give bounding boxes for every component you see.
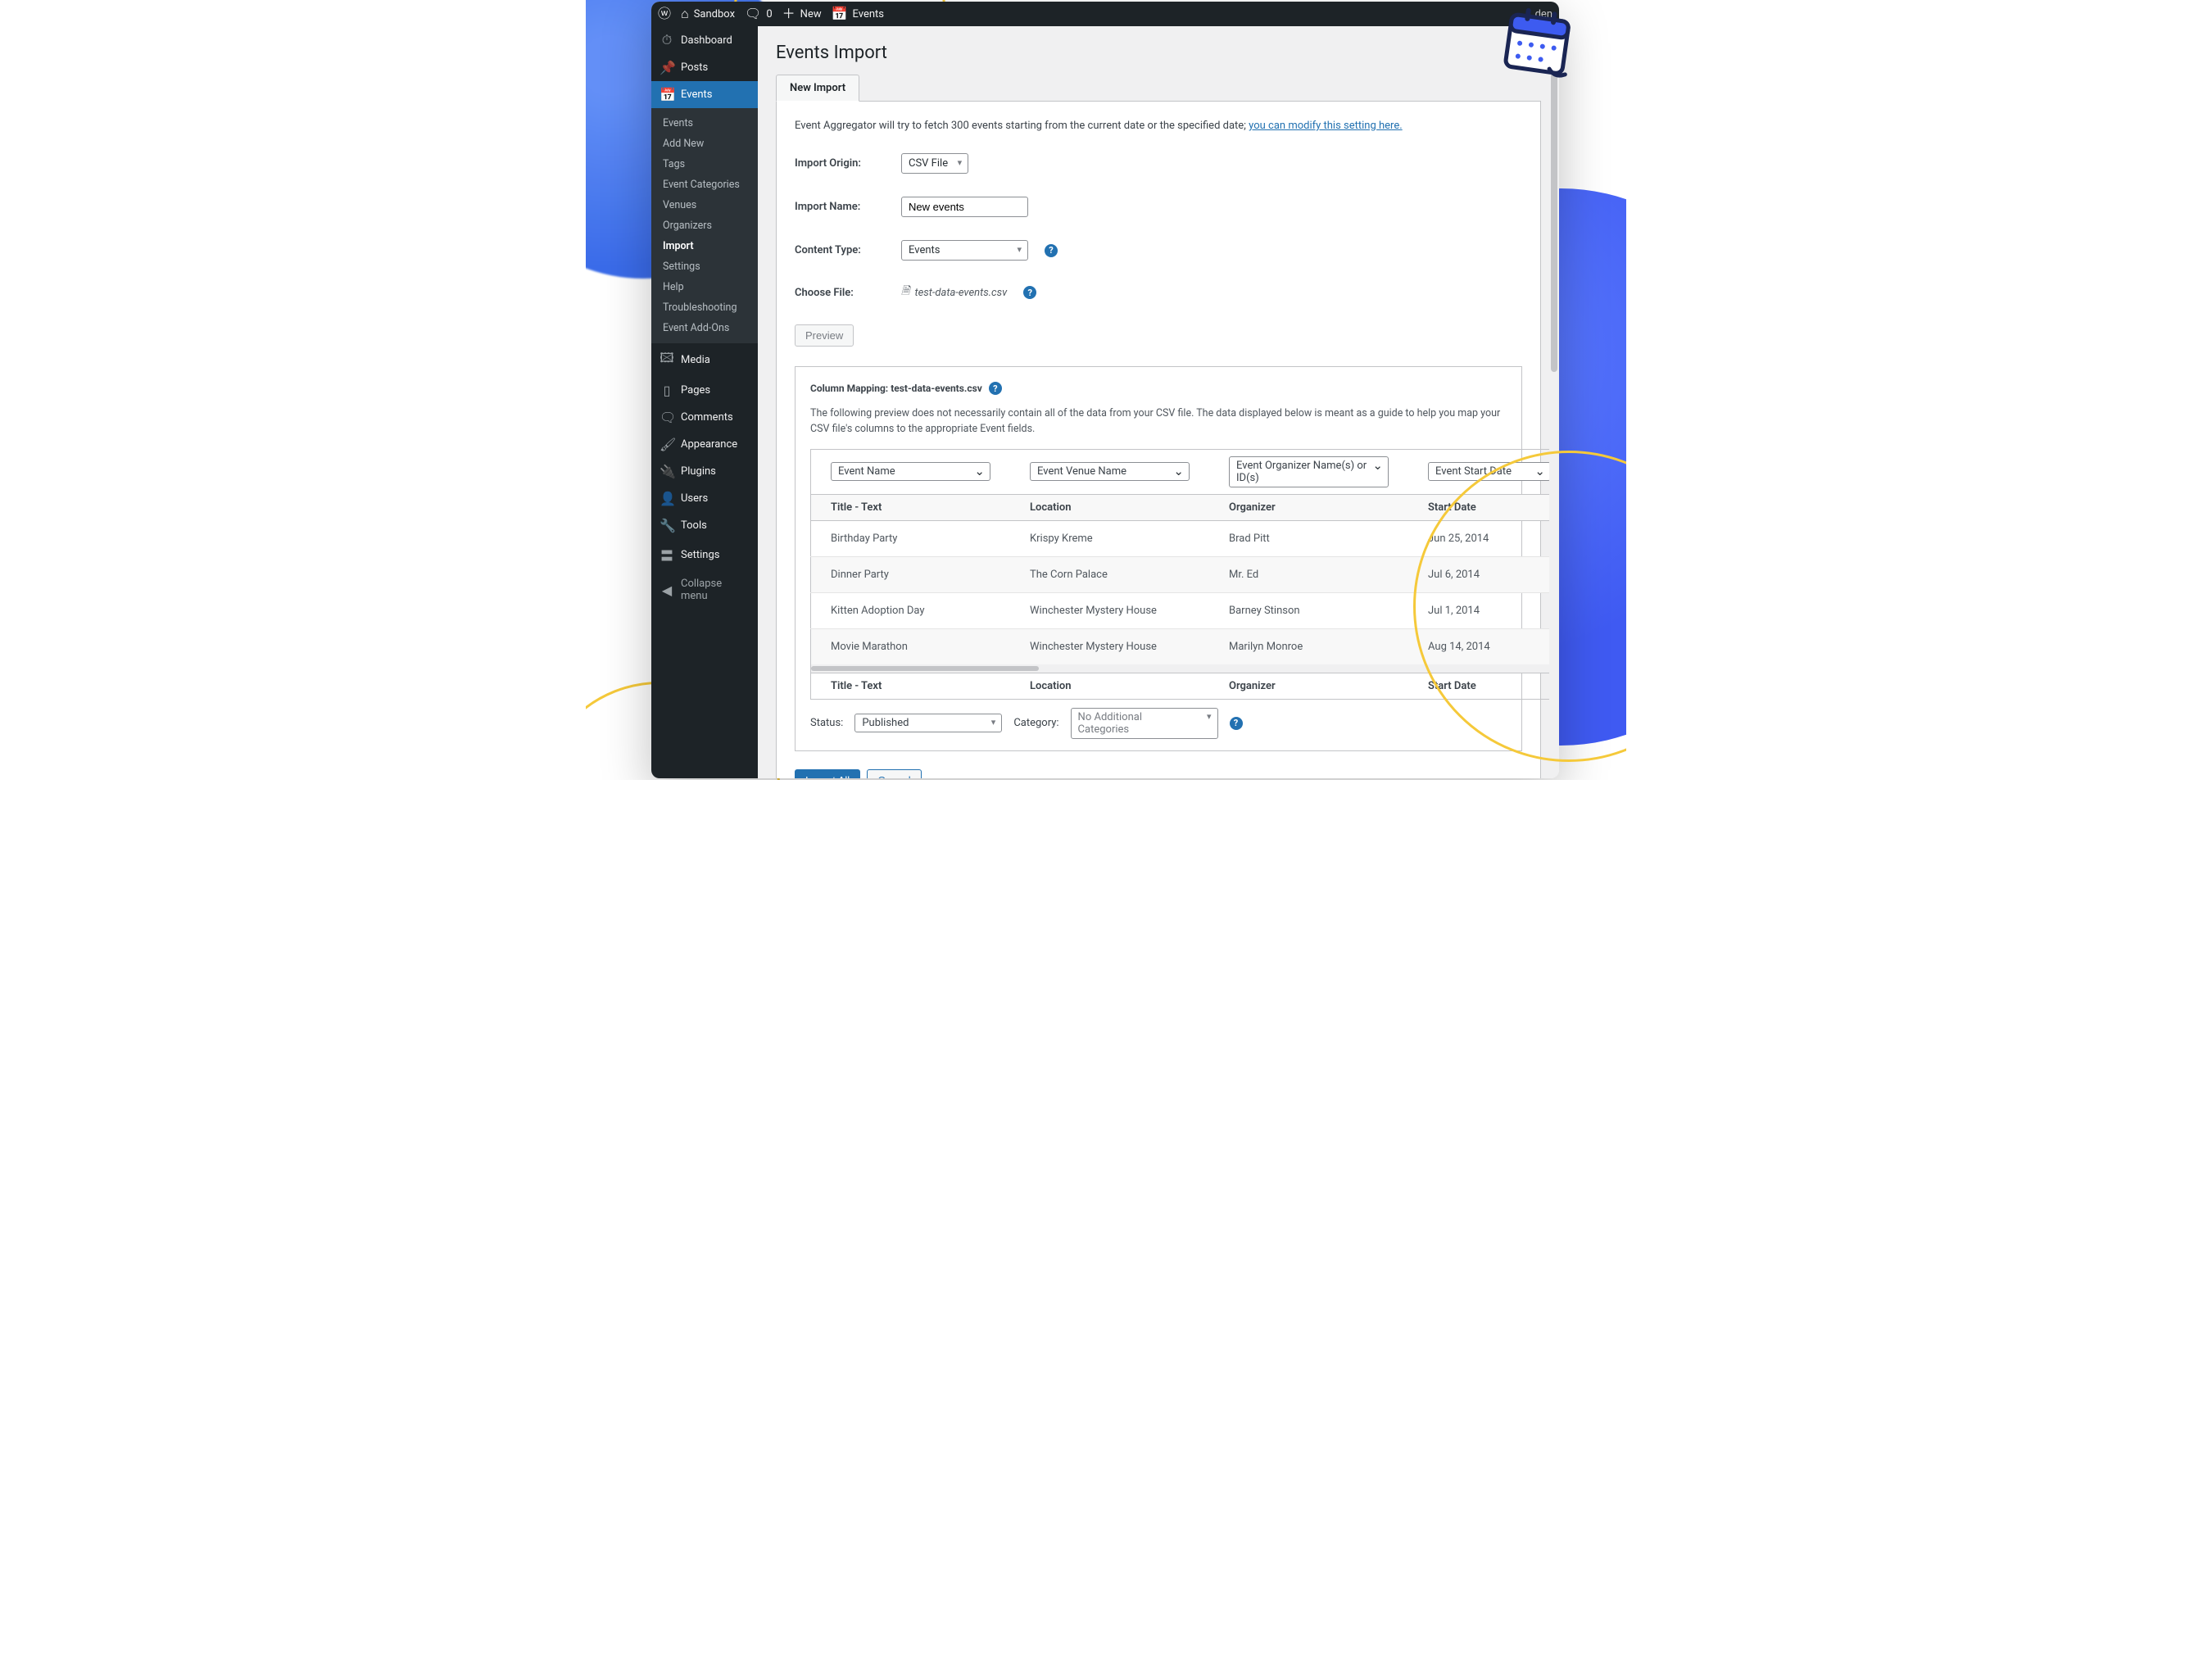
file-help-icon[interactable]: ? xyxy=(1023,286,1036,299)
sidebar-item-settings[interactable]: 〓Settings xyxy=(651,539,758,570)
pages-icon: ▯ xyxy=(660,383,674,398)
origin-select[interactable]: CSV File xyxy=(901,153,968,174)
mapping-title: Column Mapping: test-data-events.csv ? xyxy=(810,382,1507,395)
col-select-2[interactable]: Event Organizer Name(s) or ID(s) xyxy=(1229,456,1389,487)
column-mapping-panel: Column Mapping: test-data-events.csv ? T… xyxy=(795,366,1522,751)
admin-topbar: ⓦ ⌂Sandbox 🗨0 ＋New 📅Events den xyxy=(651,2,1559,26)
th-organizer: Organizer xyxy=(1209,494,1408,520)
mapping-help-icon[interactable]: ? xyxy=(989,382,1002,395)
category-help-icon[interactable]: ? xyxy=(1230,717,1243,730)
sub-event-addons[interactable]: Event Add-Ons xyxy=(651,318,758,338)
sub-troubleshooting[interactable]: Troubleshooting xyxy=(651,297,758,318)
file-icon: 🗎 xyxy=(901,283,909,301)
settings-icon: 〓 xyxy=(660,545,674,564)
sub-events[interactable]: Events xyxy=(651,113,758,134)
sub-settings[interactable]: Settings xyxy=(651,256,758,277)
plugins-icon: 🔌 xyxy=(660,464,674,479)
status-label: Status: xyxy=(810,717,843,729)
page-title: Events Import xyxy=(776,43,1541,63)
appearance-icon: 🖌 xyxy=(660,437,674,452)
category-label: Category: xyxy=(1013,717,1058,729)
calendar-badge-icon xyxy=(1494,0,1584,90)
sub-venues[interactable]: Venues xyxy=(651,195,758,215)
sub-add-new[interactable]: Add New xyxy=(651,134,758,154)
content-type-select[interactable]: Events xyxy=(901,240,1028,261)
import-name-input[interactable] xyxy=(901,197,1028,217)
events-submenu: Events Add New Tags Event Categories Ven… xyxy=(651,108,758,343)
comments-icon: 🗨 xyxy=(660,410,674,425)
wp-logo-icon[interactable]: ⓦ xyxy=(658,7,671,20)
th-location: Location xyxy=(1010,494,1209,520)
import-panel: Event Aggregator will try to fetch 300 e… xyxy=(776,101,1541,778)
collapse-menu[interactable]: ◀Collapse menu xyxy=(651,572,758,608)
choose-file-label: Choose File: xyxy=(795,287,885,299)
tab-new-import[interactable]: New Import xyxy=(776,75,859,102)
import-all-button[interactable]: Import All xyxy=(795,769,860,779)
media-icon: 🖾 xyxy=(660,349,674,371)
modify-setting-link[interactable]: you can modify this setting here. xyxy=(1249,120,1402,132)
sidebar-item-events[interactable]: 📅Events xyxy=(651,81,758,108)
collapse-icon: ◀ xyxy=(660,582,674,598)
tools-icon: 🔧 xyxy=(660,518,674,533)
sub-tags[interactable]: Tags xyxy=(651,154,758,175)
content-type-label: Content Type: xyxy=(795,244,885,256)
preview-button[interactable]: Preview xyxy=(795,324,854,347)
sidebar-item-comments[interactable]: 🗨Comments xyxy=(651,404,758,431)
users-icon: 👤 xyxy=(660,491,674,506)
th-title: Title - Text xyxy=(811,494,1011,520)
col-select-0[interactable]: Event Name xyxy=(831,462,990,481)
origin-label: Import Origin: xyxy=(795,157,885,170)
sidebar-item-tools[interactable]: 🔧Tools xyxy=(651,512,758,539)
sidebar-item-media[interactable]: 🖾Media xyxy=(651,343,758,377)
content-type-help-icon[interactable]: ? xyxy=(1045,244,1058,257)
sidebar-item-pages[interactable]: ▯Pages xyxy=(651,377,758,404)
sidebar-item-appearance[interactable]: 🖌Appearance xyxy=(651,431,758,458)
new-content-link[interactable]: ＋New xyxy=(782,7,822,20)
events-link[interactable]: 📅Events xyxy=(832,7,884,20)
sub-import[interactable]: Import xyxy=(651,236,758,256)
category-select[interactable]: No Additional Categories xyxy=(1071,708,1218,739)
col-select-1[interactable]: Event Venue Name xyxy=(1030,462,1190,481)
cancel-button[interactable]: Cancel xyxy=(867,769,921,779)
pin-icon: 📌 xyxy=(660,60,674,75)
meta-controls: Status: Published Category: No Additiona… xyxy=(810,708,1507,739)
intro-text: Event Aggregator will try to fetch 300 e… xyxy=(795,120,1522,132)
admin-sidebar: ⏱Dashboard 📌Posts 📅Events Events Add New… xyxy=(651,26,758,778)
sidebar-item-plugins[interactable]: 🔌Plugins xyxy=(651,458,758,485)
comments-link[interactable]: 🗨0 xyxy=(745,7,773,20)
dashboard-icon: ⏱ xyxy=(660,32,674,48)
sub-organizers[interactable]: Organizers xyxy=(651,215,758,236)
site-link[interactable]: ⌂Sandbox xyxy=(681,7,735,20)
chosen-file: 🗎 test-data-events.csv xyxy=(901,283,1007,301)
mapping-description: The following preview does not necessari… xyxy=(810,406,1507,437)
sidebar-item-users[interactable]: 👤Users xyxy=(651,485,758,512)
name-label: Import Name: xyxy=(795,201,885,213)
status-select[interactable]: Published xyxy=(854,714,1002,732)
sub-event-categories[interactable]: Event Categories xyxy=(651,175,758,195)
calendar-icon: 📅 xyxy=(660,87,674,102)
sub-help[interactable]: Help xyxy=(651,277,758,297)
sidebar-item-posts[interactable]: 📌Posts xyxy=(651,54,758,81)
sidebar-item-dashboard[interactable]: ⏱Dashboard xyxy=(651,26,758,54)
